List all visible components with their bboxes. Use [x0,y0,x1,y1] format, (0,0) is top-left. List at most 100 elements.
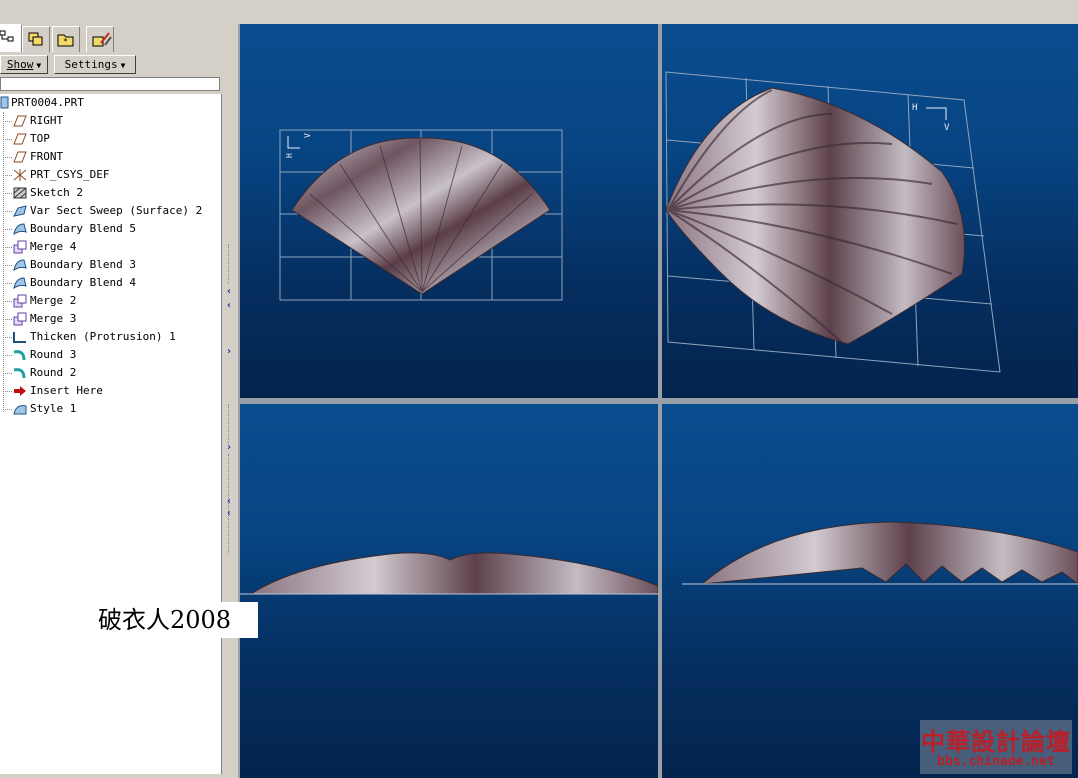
tree-item[interactable]: RIGHT [0,112,222,130]
tree-item-label: Round 2 [30,366,77,379]
chevron-down-icon: ▼ [120,61,126,70]
tree-connector [3,391,12,392]
datum-plane-icon [13,151,27,163]
tree-item[interactable]: Boundary Blend 5 [0,220,222,238]
tree-item[interactable]: FRONT [0,148,222,166]
viewport-top-view[interactable]: H V [240,24,658,398]
shell-surface [250,552,658,595]
view-axis-triad [926,107,947,120]
tree-connector [3,373,12,374]
tree-button-row: Show ▼ Settings ▼ [0,54,222,76]
tree-item-label: Merge 2 [30,294,77,307]
tree-item[interactable]: Round 2 [0,364,222,382]
thicken-icon [13,332,26,343]
collapse-left-icon[interactable]: ‹ [226,300,232,311]
merge-icon [13,240,27,254]
show-label: Show [6,58,34,71]
tree-connector [3,319,12,320]
model-tree-tab[interactable] [0,24,22,52]
tree-item-label: Boundary Blend 3 [30,258,136,271]
tools-tab[interactable] [86,26,114,52]
expand-right-icon[interactable]: › [226,442,232,453]
tree-item[interactable]: TOP [0,130,222,148]
tree-item-label: Thicken (Protrusion) 1 [30,330,176,343]
collapse-left-icon[interactable]: ‹ [226,286,232,297]
tree-item[interactable]: PRT_CSYS_DEF [0,166,222,184]
tree-root-label: PRT0004.PRT [11,96,84,109]
axis-v-label: V [303,133,312,138]
tools-icon [92,32,112,47]
tree-item[interactable]: Merge 4 [0,238,222,256]
view-axis-triad [287,136,300,149]
author-signature: 破衣人2008 [90,602,258,638]
tree-item-label: FRONT [30,150,64,163]
show-button[interactable]: Show ▼ [0,55,48,74]
axis-h-label: H [285,153,294,158]
settings-label: Settings [64,58,118,71]
splitter-grip [228,404,232,444]
folder-icon: * [57,34,74,47]
tree-connector [3,193,12,194]
panel-splitter[interactable]: ‹ ‹ › › ‹ ‹ [224,24,238,778]
tree-item[interactable]: Var Sect Sweep (Surface) 2 [0,202,222,220]
tree-item[interactable]: Thicken (Protrusion) 1 [0,328,222,346]
collapse-left-icon[interactable]: ‹ [226,508,232,519]
layers-tab[interactable] [22,26,50,52]
watermark-logo: 中華設計論壇 bbs.chinade.net [920,720,1072,774]
tree-item-label: Merge 3 [30,312,77,325]
tree-item-label: Boundary Blend 4 [30,276,136,289]
watermark-title: 中華設計論壇 [921,728,1071,756]
round-icon [13,350,26,361]
watermark-url: bbs.chinade.net [937,754,1055,769]
tree-item-label: TOP [30,132,50,145]
model-tree-icon [0,30,14,42]
top-view-scene: H V [279,129,563,301]
datum-plane-icon [13,133,27,145]
datum-plane-icon [13,115,27,127]
merge-icon [13,294,27,308]
tree-item[interactable]: Insert Here [0,382,222,400]
chevron-down-icon: ▼ [36,61,42,70]
shell-surface [700,521,1078,585]
tree-root-item[interactable]: PRT0004.PRT [0,94,222,112]
tree-item-label: Round 3 [30,348,77,361]
svg-text:*: * [63,37,68,46]
tree-connector [3,175,12,176]
tree-item-label: Insert Here [30,384,103,397]
tree-item[interactable]: Round 3 [0,346,222,364]
graphics-area[interactable]: H V H V [238,24,1078,778]
model-tree-panel: * Show ▼ Settings ▼ PRT0004.PRT RIGHT TOP FR… [0,0,228,778]
model-tree: PRT0004.PRT RIGHT TOP FRONT PRT_CSYS_DEF Ske… [0,94,222,774]
tree-connector [3,229,12,230]
tree-item[interactable]: Merge 2 [0,292,222,310]
tree-filter-field[interactable] [0,77,220,91]
blend-icon [13,277,27,290]
layers-icon [28,32,43,46]
collapse-left-icon[interactable]: ‹ [226,496,232,507]
tree-item[interactable]: Merge 3 [0,310,222,328]
tree-item[interactable]: Boundary Blend 3 [0,256,222,274]
settings-button[interactable]: Settings ▼ [54,55,136,74]
tree-item[interactable]: Style 1 [0,400,222,418]
tree-connector [3,355,12,356]
blend-icon [13,259,27,272]
expand-right-icon[interactable]: › [226,346,232,357]
viewport-front-view[interactable] [240,404,658,778]
sweep-icon [13,205,27,217]
tree-item[interactable]: Boundary Blend 4 [0,274,222,292]
tree-item-label: Sketch 2 [30,186,83,199]
front-view-scene [240,552,658,595]
tree-connector [3,121,12,122]
folder-tab[interactable]: * [52,26,80,52]
tree-connector [3,301,12,302]
tree-item-label: Var Sect Sweep (Surface) 2 [30,204,203,217]
viewport-iso-view[interactable]: H V [662,24,1078,398]
tree-connector [3,337,12,338]
splitter-grip [228,244,232,284]
blend-icon [13,223,27,236]
tree-item[interactable]: Sketch 2 [0,184,222,202]
tree-connector [3,211,12,212]
tree-item-label: RIGHT [30,114,64,127]
sketch-icon [13,187,27,199]
tree-connector [3,283,12,284]
